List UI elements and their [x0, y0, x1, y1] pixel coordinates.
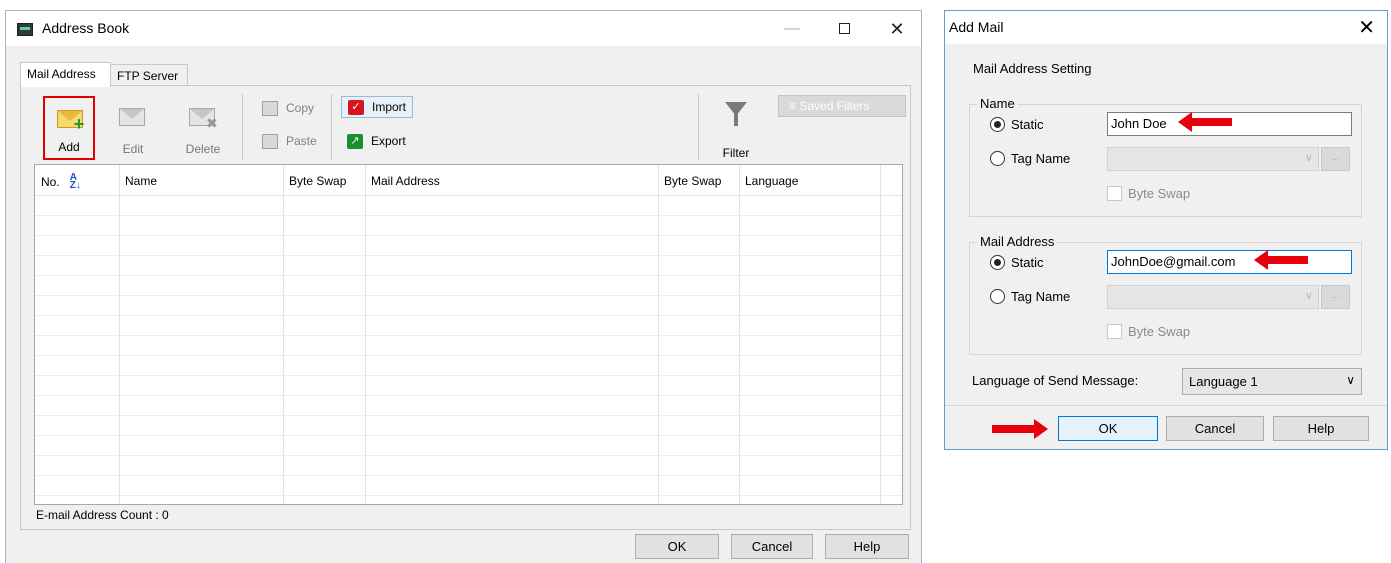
dialog-help-button[interactable]: Help: [1273, 416, 1369, 441]
toolbar-separator: [242, 94, 243, 160]
edit-button[interactable]: Edit: [107, 96, 159, 160]
copy-button[interactable]: Copy: [256, 98, 318, 120]
export-label: Export: [371, 134, 406, 148]
annotation-arrow-icon: [1254, 250, 1308, 270]
copy-label: Copy: [286, 101, 315, 115]
add-mail-dialog: Add Mail ✕ Mail Address Setting Name Sta…: [944, 10, 1388, 450]
help-button[interactable]: Help: [825, 534, 909, 559]
radio-unselected-icon: [990, 151, 1005, 166]
address-book-window: Address Book — ✕ Mail Address FTP Server…: [5, 10, 922, 563]
mail-static-radio[interactable]: Static: [990, 255, 1044, 270]
name-legend: Name: [977, 96, 1018, 111]
name-tag-select[interactable]: ∨: [1107, 147, 1319, 171]
app-icon: [17, 23, 33, 36]
mail-static-input[interactable]: JohnDoe@gmail.com: [1107, 250, 1352, 274]
column-header-byte-swap-2[interactable]: Byte Swap: [658, 165, 721, 195]
dialog-ok-button[interactable]: OK: [1058, 416, 1158, 441]
name-byte-swap-checkbox[interactable]: Byte Swap: [1107, 186, 1190, 201]
mail-tag-browse-button[interactable]: ...: [1321, 285, 1350, 309]
add-envelope-icon: +: [57, 106, 85, 133]
column-header-name[interactable]: Name: [119, 165, 157, 195]
saved-filters-button[interactable]: ≡ Saved Filters: [778, 95, 906, 117]
paste-button[interactable]: Paste: [256, 131, 321, 153]
cancel-button[interactable]: Cancel: [731, 534, 813, 559]
import-button[interactable]: ✓ Import: [341, 96, 413, 118]
column-header-language[interactable]: Language: [739, 165, 798, 195]
delete-button[interactable]: ✖ Delete: [177, 96, 229, 160]
name-static-radio[interactable]: Static: [990, 117, 1044, 132]
filter-label: Filter: [722, 146, 750, 160]
import-icon: ✓: [348, 100, 364, 115]
window-title: Address Book: [42, 20, 130, 36]
edit-envelope-icon: [119, 104, 147, 128]
filter-button[interactable]: Filter: [711, 102, 761, 160]
title-bar: Address Book — ✕: [6, 11, 921, 46]
dialog-title-bar: Add Mail ✕: [945, 11, 1387, 44]
column-header-mail-address[interactable]: Mail Address: [365, 165, 440, 195]
paste-label: Paste: [286, 134, 317, 148]
radio-selected-icon: [990, 117, 1005, 132]
ok-button[interactable]: OK: [635, 534, 719, 559]
radio-unselected-icon: [990, 289, 1005, 304]
minimize-button[interactable]: —: [777, 17, 807, 41]
annotation-arrow-icon: [1178, 112, 1232, 132]
list-icon: ≡: [789, 99, 797, 113]
tab-ftp-server[interactable]: FTP Server: [110, 64, 188, 86]
name-tag-browse-button[interactable]: ...: [1321, 147, 1350, 171]
toolbar-separator: [698, 94, 699, 160]
mail-address-legend: Mail Address: [977, 234, 1058, 249]
delete-envelope-icon: ✖: [189, 104, 218, 131]
export-button[interactable]: ↗ Export: [341, 131, 410, 153]
checkbox-icon: [1107, 186, 1122, 201]
delete-label: Delete: [185, 142, 221, 156]
column-header-no[interactable]: No. A Z↓: [35, 165, 81, 195]
dialog-close-button[interactable]: ✕: [1358, 15, 1375, 40]
saved-filters-label: Saved Filters: [799, 99, 870, 113]
annotation-arrow-icon: [992, 419, 1048, 439]
address-table[interactable]: No. A Z↓ Name Byte Swap Mail Address Byte …: [34, 164, 903, 505]
import-label: Import: [372, 100, 407, 114]
radio-selected-icon: [990, 255, 1005, 270]
add-button[interactable]: + Add: [43, 96, 95, 160]
maximize-icon: [838, 23, 850, 34]
maximize-button[interactable]: [829, 17, 859, 41]
copy-icon: [262, 101, 278, 116]
language-label: Language of Send Message:: [972, 373, 1139, 388]
divider: [945, 405, 1387, 406]
language-select[interactable]: Language 1 ∨: [1182, 368, 1362, 395]
checkbox-icon: [1107, 324, 1122, 339]
column-header-byte-swap[interactable]: Byte Swap: [283, 165, 346, 195]
paste-icon: [262, 134, 278, 149]
mail-byte-swap-checkbox[interactable]: Byte Swap: [1107, 324, 1190, 339]
edit-label: Edit: [122, 142, 144, 156]
tab-mail-address[interactable]: Mail Address: [20, 62, 111, 87]
chevron-down-icon: ∨: [1346, 373, 1355, 387]
chevron-down-icon: ∨: [1304, 290, 1313, 302]
name-tag-radio[interactable]: Tag Name: [990, 151, 1070, 166]
toolbar-separator: [331, 94, 332, 160]
dialog-title: Add Mail: [949, 19, 1004, 35]
add-label: Add: [58, 140, 80, 154]
chevron-down-icon: ∨: [1304, 152, 1313, 164]
sort-az-icon: A Z↓: [69, 172, 81, 191]
close-button[interactable]: ✕: [882, 17, 912, 41]
mail-address-setting-legend: Mail Address Setting: [970, 61, 1095, 76]
address-count: E-mail Address Count : 0: [36, 508, 169, 522]
export-icon: ↗: [347, 134, 363, 149]
dialog-cancel-button[interactable]: Cancel: [1166, 416, 1264, 441]
mail-tag-select[interactable]: ∨: [1107, 285, 1319, 309]
mail-tag-radio[interactable]: Tag Name: [990, 289, 1070, 304]
